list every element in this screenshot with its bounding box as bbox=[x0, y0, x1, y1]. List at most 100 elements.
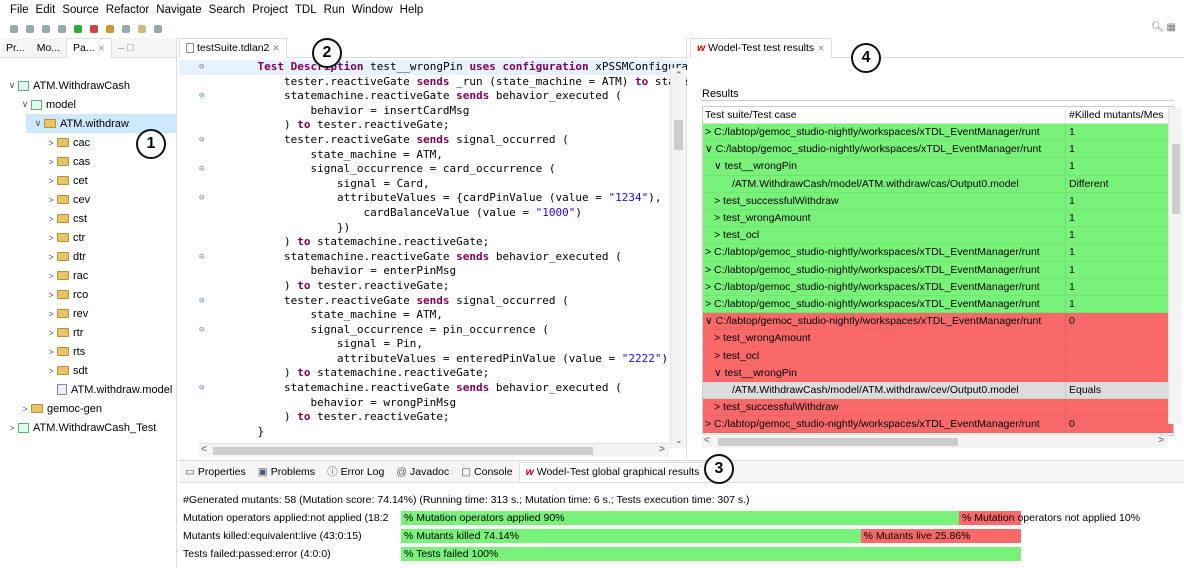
chevron-icon[interactable]: ∨ bbox=[32, 118, 44, 129]
fold-icon[interactable]: ⊖ bbox=[199, 133, 204, 148]
print-icon[interactable] bbox=[42, 25, 50, 33]
fold-icon[interactable]: ⊖ bbox=[199, 89, 204, 104]
tree-item[interactable]: > rev bbox=[0, 304, 176, 323]
fold-icon[interactable]: ⊖ bbox=[199, 381, 204, 396]
filter-icon[interactable] bbox=[58, 25, 66, 33]
tree-item[interactable]: > cet bbox=[0, 171, 176, 190]
tab-error-log[interactable]: ⓘ Error Log bbox=[321, 462, 390, 482]
tree-item[interactable]: > cev bbox=[0, 190, 176, 209]
editor-vertical-scrollbar[interactable]: ⌃ ⌄ bbox=[670, 68, 686, 448]
chevron-icon[interactable]: > bbox=[45, 366, 57, 376]
menu-item-refactor[interactable]: Refactor bbox=[106, 4, 149, 16]
table-row[interactable]: > C:/labtop/gemoc_studio-nightly/workspa… bbox=[703, 124, 1173, 142]
table-row[interactable]: /ATM.WithdrawCash/model/ATM.withdraw/cev… bbox=[703, 381, 1173, 399]
chevron-icon[interactable]: > bbox=[6, 423, 18, 433]
forward-icon[interactable] bbox=[154, 25, 162, 33]
scroll-thumb[interactable] bbox=[213, 447, 593, 455]
chevron-icon[interactable]: > bbox=[45, 252, 57, 262]
scroll-thumb[interactable] bbox=[718, 438, 958, 446]
results-vertical-scrollbar[interactable] bbox=[1168, 108, 1182, 424]
chevron-icon[interactable]: > bbox=[45, 328, 57, 338]
table-row[interactable]: > test_successfulWithdraw 1 bbox=[703, 192, 1173, 210]
table-row[interactable]: ∨ test__wrongPin 1 bbox=[703, 158, 1173, 176]
tree-item[interactable]: > rco bbox=[0, 285, 176, 304]
tab-model-explorer[interactable]: Mo... bbox=[31, 38, 66, 58]
chevron-icon[interactable]: > bbox=[45, 233, 57, 243]
menu-item-source[interactable]: Source bbox=[62, 4, 98, 16]
tab-properties[interactable]: ▭ Properties bbox=[179, 462, 252, 482]
table-row[interactable]: ∨ C:/labtop/gemoc_studio-nightly/workspa… bbox=[703, 313, 1173, 331]
tree-item[interactable]: > cst bbox=[0, 209, 176, 228]
chevron-icon[interactable]: > bbox=[19, 404, 31, 414]
column-header-killed[interactable]: #Killed mutants/Mes bbox=[1065, 107, 1173, 123]
tree-item[interactable]: ATM.withdraw.model bbox=[0, 380, 176, 399]
table-row[interactable]: /ATM.WithdrawCash/model/ATM.withdraw/cas… bbox=[703, 175, 1173, 193]
table-row[interactable]: > C:/labtop/gemoc_studio-nightly/workspa… bbox=[703, 244, 1173, 262]
grid-icon[interactable] bbox=[106, 25, 114, 33]
tree-item[interactable]: > dtr bbox=[0, 247, 176, 266]
table-row[interactable]: > test_wrongAmount 1 bbox=[703, 209, 1173, 228]
tree-item[interactable]: > sdt bbox=[0, 361, 176, 380]
tab-problems[interactable]: ▣ Problems bbox=[252, 462, 321, 482]
close-icon[interactable]: ⨯ bbox=[817, 43, 825, 54]
scroll-left-icon[interactable]: < bbox=[201, 444, 207, 455]
menu-item-project[interactable]: Project bbox=[252, 4, 288, 16]
table-row[interactable]: > test_ocl bbox=[703, 347, 1173, 365]
tree-item[interactable]: > rts bbox=[0, 342, 176, 361]
chevron-icon[interactable]: > bbox=[45, 347, 57, 357]
results-horizontal-scrollbar[interactable]: < > bbox=[702, 434, 1168, 448]
scroll-up-icon[interactable]: ⌃ bbox=[675, 70, 683, 81]
debug-icon[interactable] bbox=[90, 25, 98, 33]
fold-icon[interactable]: ⊖ bbox=[199, 323, 204, 338]
table-row[interactable]: ∨ test__wrongPin bbox=[703, 364, 1173, 382]
tab-project-explorer[interactable]: Pr... bbox=[0, 38, 31, 58]
table-row[interactable]: > C:/labtop/gemoc_studio-nightly/workspa… bbox=[703, 261, 1173, 279]
tab-wodel-test-results[interactable]: w Wodel-Test test results ⨯ bbox=[690, 37, 832, 58]
tree-item[interactable]: > rtr bbox=[0, 323, 176, 342]
run-icon[interactable] bbox=[74, 25, 82, 33]
tree-item[interactable]: ∨ model bbox=[0, 95, 176, 114]
chevron-icon[interactable]: > bbox=[45, 176, 57, 186]
scroll-left-icon[interactable]: < bbox=[704, 435, 710, 446]
tab-console[interactable]: ▢ Console bbox=[455, 462, 518, 482]
fold-icon[interactable]: ⊖ bbox=[199, 191, 204, 206]
fold-icon[interactable]: ⊖ bbox=[199, 162, 204, 177]
chevron-icon[interactable]: > bbox=[45, 214, 57, 224]
menu-item-window[interactable]: Window bbox=[352, 4, 393, 16]
tab-javadoc[interactable]: @ Javadoc bbox=[390, 462, 455, 482]
menu-item-navigate[interactable]: Navigate bbox=[156, 4, 201, 16]
scroll-thumb[interactable] bbox=[1172, 144, 1180, 214]
scroll-right-icon[interactable]: > bbox=[659, 444, 665, 455]
tree-item[interactable]: ∨ ATM.WithdrawCash bbox=[0, 76, 176, 95]
chevron-icon[interactable]: > bbox=[45, 290, 57, 300]
table-row[interactable]: > C:/labtop/gemoc_studio-nightly/workspa… bbox=[703, 416, 1173, 434]
tree-item[interactable]: > ATM.WithdrawCash_Test bbox=[0, 418, 176, 437]
back-icon[interactable] bbox=[138, 25, 146, 33]
code-area[interactable]: ⊖ Test Description test__wrongPin uses c… bbox=[179, 60, 687, 445]
tree-item[interactable]: > gemoc-gen bbox=[0, 399, 176, 418]
close-icon[interactable]: ⨯ bbox=[98, 43, 106, 54]
scroll-thumb[interactable] bbox=[674, 120, 683, 150]
menu-item-tdl[interactable]: TDL bbox=[295, 4, 317, 16]
tab-testsuite[interactable]: testSuite.tdlan2 ✕ bbox=[179, 37, 287, 58]
table-row[interactable]: > test_successfulWithdraw bbox=[703, 399, 1173, 417]
menu-item-help[interactable]: Help bbox=[400, 4, 424, 16]
tree-item[interactable]: > ctr bbox=[0, 228, 176, 247]
minimize-icon[interactable]: – □ bbox=[112, 38, 139, 58]
close-icon[interactable]: ✕ bbox=[272, 43, 280, 54]
chevron-icon[interactable]: > bbox=[45, 157, 57, 167]
table-row[interactable]: ∨ C:/labtop/gemoc_studio-nightly/workspa… bbox=[703, 141, 1173, 159]
tab-package-explorer[interactable]: Pa... ⨯ bbox=[66, 37, 113, 58]
fold-icon[interactable]: ⊖ bbox=[199, 60, 204, 75]
column-header-test[interactable]: Test suite/Test case bbox=[703, 107, 1065, 123]
menu-item-search[interactable]: Search bbox=[209, 4, 245, 16]
chevron-icon[interactable]: > bbox=[45, 195, 57, 205]
chevron-icon[interactable]: > bbox=[45, 271, 57, 281]
menu-item-file[interactable]: File bbox=[10, 4, 29, 16]
menu-item-edit[interactable]: Edit bbox=[36, 4, 56, 16]
editor-horizontal-scrollbar[interactable]: < > bbox=[199, 443, 669, 457]
fold-icon[interactable]: ⊖ bbox=[199, 294, 204, 309]
table-row[interactable]: > C:/labtop/gemoc_studio-nightly/workspa… bbox=[703, 295, 1173, 314]
new-icon[interactable] bbox=[10, 25, 18, 33]
tab-wodel-test-global-graphical-results[interactable]: wWodel-Test global graphical results⨯ bbox=[518, 461, 717, 482]
